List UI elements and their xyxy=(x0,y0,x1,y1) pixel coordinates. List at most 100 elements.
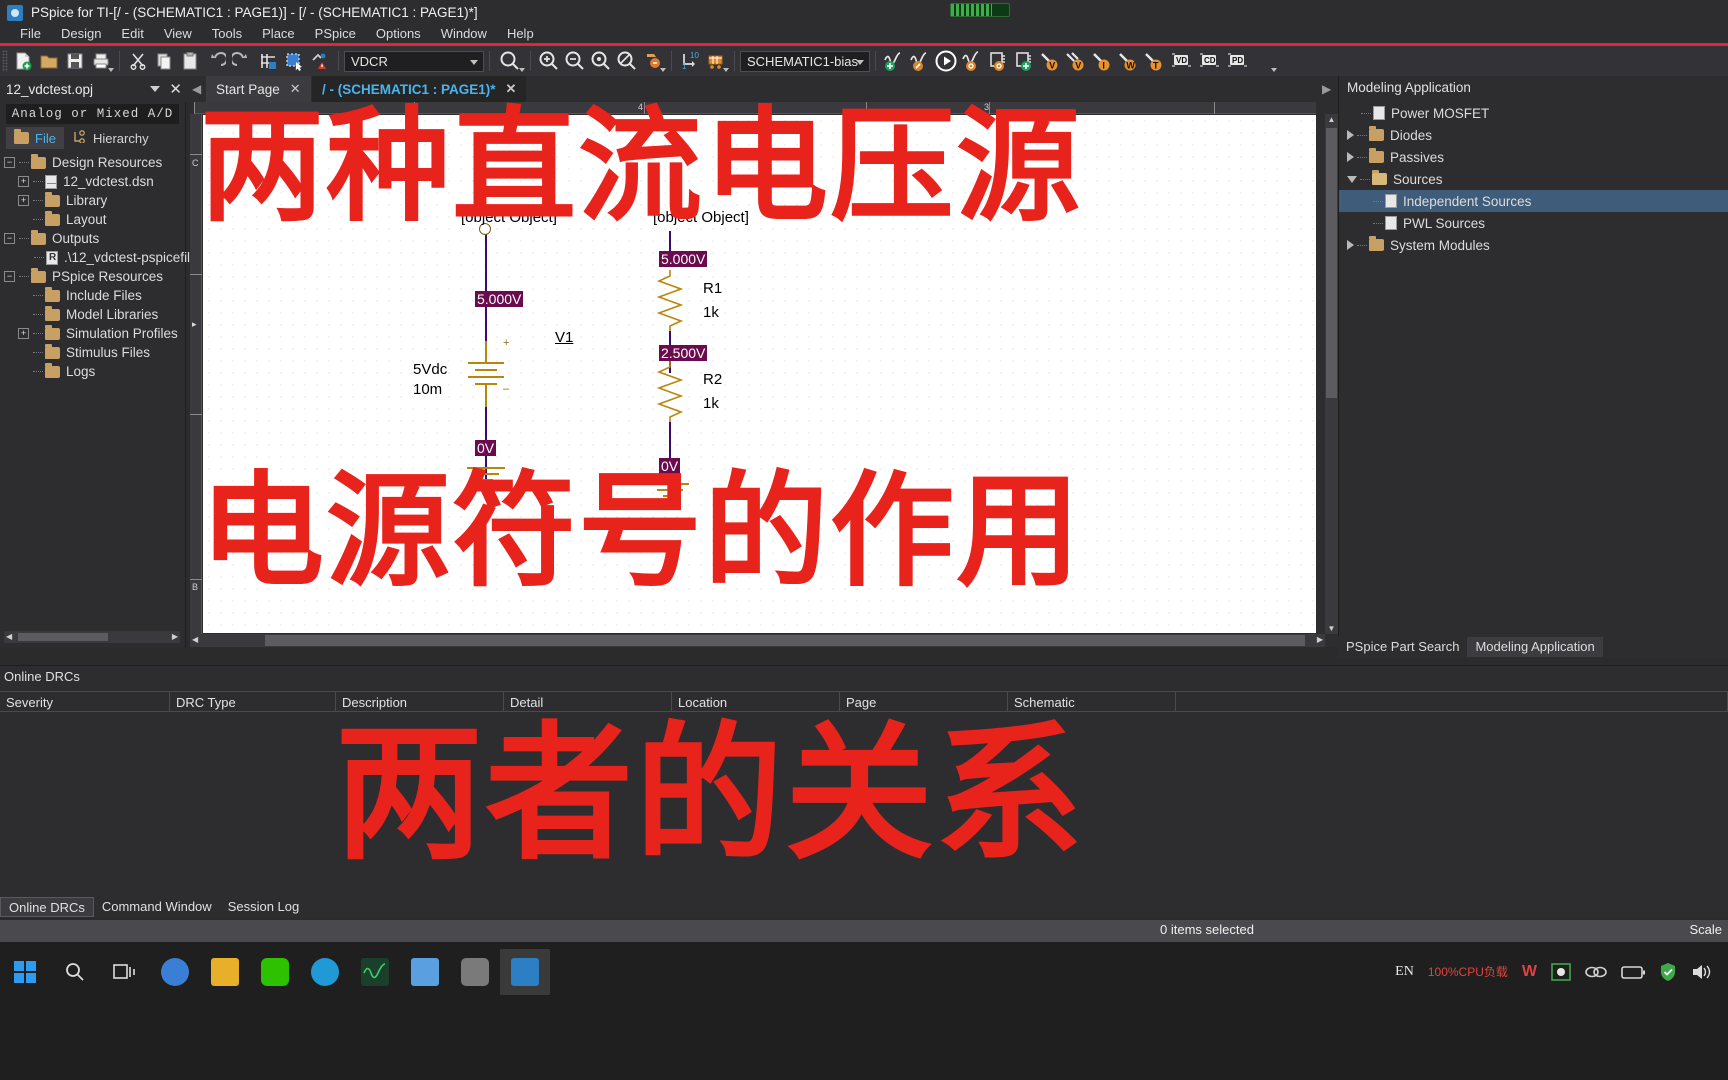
menu-item-window[interactable]: Window xyxy=(431,25,497,43)
toolbar-overflow-icon[interactable] xyxy=(1251,48,1277,74)
find-icon[interactable] xyxy=(495,48,525,74)
power-marker-icon[interactable]: W xyxy=(1115,48,1141,74)
close-icon[interactable]: ✕ xyxy=(169,80,182,98)
view-output-file-icon[interactable] xyxy=(985,48,1011,74)
component-ref-r2[interactable]: R2 xyxy=(703,371,722,388)
project-view-tab-file[interactable]: File xyxy=(6,127,64,149)
drc-column-severity[interactable]: Severity xyxy=(0,692,170,711)
browser-icon[interactable] xyxy=(150,949,200,995)
camera-icon[interactable] xyxy=(450,949,500,995)
volume-icon[interactable] xyxy=(1691,963,1713,981)
save-icon[interactable] xyxy=(62,48,88,74)
menu-bar[interactable]: File Design Edit View Tools Place PSpice… xyxy=(0,25,1728,43)
enable-bias-voltage-display-icon[interactable]: VD xyxy=(1167,48,1195,74)
project-tree-hscrollbar[interactable]: ◀ ▶ xyxy=(4,631,180,643)
modeling-node-independent-sources[interactable]: Independent Sources xyxy=(1339,190,1728,212)
canvas-vscrollbar[interactable]: ▲ ▼ xyxy=(1325,114,1338,634)
menu-item-help[interactable]: Help xyxy=(497,25,544,43)
open-folder-icon[interactable] xyxy=(36,48,62,74)
wps-icon[interactable]: W xyxy=(1522,963,1537,981)
undo-icon[interactable] xyxy=(203,48,229,74)
new-simulation-profile-icon[interactable] xyxy=(881,48,907,74)
edge-icon[interactable] xyxy=(300,949,350,995)
modeling-tree[interactable]: Power MOSFET Diodes Passives Sources Ind… xyxy=(1339,98,1728,256)
view-simulation-results-icon[interactable] xyxy=(959,48,985,74)
temperature-marker-icon[interactable]: T xyxy=(1141,48,1167,74)
collapse-expander-icon[interactable]: − xyxy=(4,157,15,168)
tree-node-logs[interactable]: Logs xyxy=(18,362,185,381)
scroll-left-icon[interactable]: ◀ xyxy=(192,635,198,644)
print-icon[interactable] xyxy=(88,48,114,74)
component-ref-v1[interactable]: V1 xyxy=(555,329,573,346)
right-panel-tab-bar[interactable]: PSpice Part Search Modeling Application xyxy=(1338,636,1728,658)
resistor-r2[interactable] xyxy=(655,361,685,426)
current-marker-icon[interactable]: I xyxy=(1089,48,1115,74)
pspice-icon[interactable] xyxy=(500,949,550,995)
component-ref-r1[interactable]: R1 xyxy=(703,280,722,297)
tab-online-drcs[interactable]: Online DRCs xyxy=(0,897,94,917)
scrollbar-thumb[interactable] xyxy=(1326,128,1337,398)
enable-bias-current-display-icon[interactable]: CD xyxy=(1195,48,1223,74)
tree-node-outputs[interactable]: − Outputs xyxy=(4,229,185,248)
input-language-indicator[interactable]: EN xyxy=(1395,964,1414,980)
tree-node-12-vdctest-dsn[interactable]: + 12_vdctest.dsn xyxy=(18,172,185,191)
tab-pspice-part-search[interactable]: PSpice Part Search xyxy=(1338,637,1467,657)
resistor-r1[interactable] xyxy=(655,270,685,335)
zoom-to-region-icon[interactable] xyxy=(588,48,614,74)
file-explorer-icon[interactable] xyxy=(200,949,250,995)
tree-node-include-files[interactable]: Include Files xyxy=(18,286,185,305)
modeling-node-diodes[interactable]: Diodes xyxy=(1339,124,1728,146)
modeling-node-power-mosfet[interactable]: Power MOSFET xyxy=(1339,102,1728,124)
chevron-right-icon[interactable] xyxy=(1347,152,1354,162)
expand-expander-icon[interactable]: + xyxy=(18,176,29,187)
bottom-tab-bar[interactable]: Online DRCs Command Window Session Log xyxy=(0,896,1728,918)
redo-icon[interactable] xyxy=(229,48,255,74)
tree-node-library[interactable]: + Library xyxy=(18,191,185,210)
component-value-r1[interactable]: 1k xyxy=(703,304,719,321)
menu-item-view[interactable]: View xyxy=(154,25,202,43)
scroll-right-icon[interactable]: ▶ xyxy=(172,632,178,641)
new-document-icon[interactable] xyxy=(10,48,36,74)
project-file-bar[interactable]: 12_vdctest.opj ✕ xyxy=(0,76,190,102)
search-icon[interactable] xyxy=(50,949,100,995)
cpu-load-indicator[interactable]: 100% CPU负载 xyxy=(1428,965,1508,979)
scroll-right-icon[interactable]: ▶ xyxy=(1317,635,1323,644)
link-icon[interactable] xyxy=(1585,965,1607,979)
cart-icon[interactable] xyxy=(703,48,729,74)
tab-session-log[interactable]: Session Log xyxy=(220,897,308,917)
battery-icon[interactable] xyxy=(1621,965,1645,979)
scrollbar-thumb[interactable] xyxy=(18,633,108,641)
zoom-selection-icon[interactable] xyxy=(640,48,666,74)
menu-item-design[interactable]: Design xyxy=(51,25,111,43)
simulation-profile-combo[interactable]: SCHEMATIC1-bias xyxy=(740,50,870,72)
canvas-hscrollbar[interactable]: ◀ ▶ xyxy=(190,634,1325,647)
screen-recorder-icon[interactable] xyxy=(1551,963,1571,981)
modeling-node-passives[interactable]: Passives xyxy=(1339,146,1728,168)
system-tray[interactable]: EN 100% CPU负载 W xyxy=(1388,946,1728,998)
tree-node-design-resources[interactable]: − Design Resources xyxy=(4,153,185,172)
collapse-expander-icon[interactable]: − xyxy=(4,233,15,244)
scrollbar-thumb[interactable] xyxy=(265,635,1305,646)
menu-item-file[interactable]: File xyxy=(10,25,51,43)
zoom-out-icon[interactable] xyxy=(562,48,588,74)
windows-taskbar[interactable]: EN 100% CPU负载 W xyxy=(0,942,1728,1080)
expand-expander-icon[interactable]: + xyxy=(18,328,29,339)
copy-icon[interactable] xyxy=(151,48,177,74)
modeling-node-sources[interactable]: Sources xyxy=(1339,168,1728,190)
expand-expander-icon[interactable]: + xyxy=(18,195,29,206)
select-area-icon[interactable] xyxy=(281,48,307,74)
component-value-v1-ac[interactable]: 10m xyxy=(413,381,442,398)
edit-simulation-profile-icon[interactable] xyxy=(907,48,933,74)
tree-node-pspice-resources[interactable]: − PSpice Resources xyxy=(4,267,185,286)
wechat-icon[interactable] xyxy=(250,949,300,995)
project-tree[interactable]: − Design Resources + 12_vdctest.dsn + Li… xyxy=(0,149,204,381)
security-icon[interactable] xyxy=(1659,962,1677,982)
scroll-down-icon[interactable]: ▼ xyxy=(1325,624,1338,633)
menu-item-pspice[interactable]: PSpice xyxy=(305,25,366,43)
modeling-application-panel[interactable]: Modeling Application Power MOSFET Diodes… xyxy=(1338,76,1728,647)
drc-column-drc-type[interactable]: DRC Type xyxy=(170,692,336,711)
modeling-node-pwl-sources[interactable]: PWL Sources xyxy=(1339,212,1728,234)
scroll-left-icon[interactable]: ◀ xyxy=(6,632,12,641)
tab-scroll-left-icon[interactable]: ◀ xyxy=(192,82,201,96)
voltage-marker-icon[interactable]: V xyxy=(1037,48,1063,74)
